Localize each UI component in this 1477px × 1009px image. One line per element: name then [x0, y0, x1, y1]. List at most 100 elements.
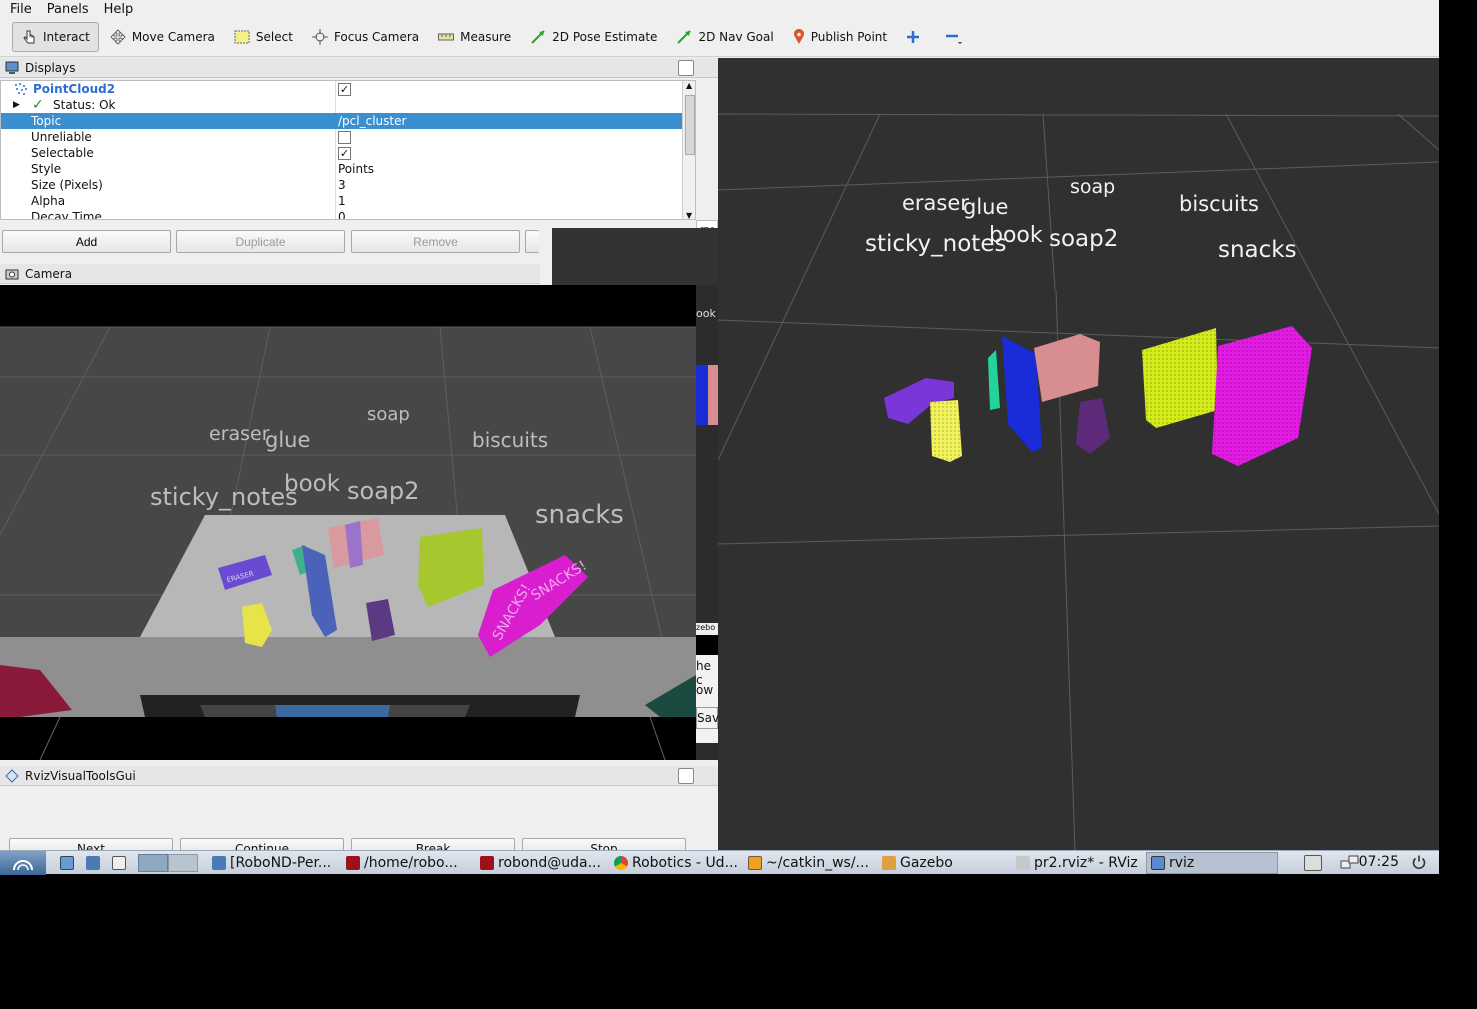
task-label: pr2.rviz* - RViz	[1034, 854, 1138, 871]
power-icon[interactable]	[1411, 854, 1427, 874]
label-soap2: soap2	[1049, 226, 1118, 252]
column-divider	[335, 193, 336, 209]
property-row-decay-time[interactable]: Decay Time 0	[1, 209, 682, 219]
remove-display-button[interactable]: Remove	[351, 230, 520, 253]
selectable-checkbox[interactable]: ✓	[338, 146, 351, 160]
tools-toolbar: Interact Move Camera Select Focus Camera…	[0, 18, 1439, 57]
focus-camera-tool-button[interactable]: Focus Camera	[304, 22, 427, 52]
interact-tool-button[interactable]: Interact	[12, 22, 99, 52]
sublime-icon	[748, 855, 762, 870]
displays-scrollbar[interactable]: ▲ ▼	[682, 81, 695, 219]
property-row-size[interactable]: Size (Pixels) 3	[1, 177, 682, 193]
property-key: Alpha	[31, 194, 66, 208]
add-tool-button[interactable]	[898, 22, 934, 52]
property-value[interactable]: 0	[338, 210, 346, 219]
robot-base-blue	[275, 705, 390, 717]
task-robotics-chrome[interactable]: Robotics - Ud...	[610, 852, 744, 874]
cluster-teal	[988, 350, 1000, 410]
property-value[interactable]: /pcl_cluster	[338, 114, 406, 128]
pointcloud2-enabled-checkbox[interactable]: ✓	[338, 82, 351, 96]
menu-file[interactable]: File	[5, 2, 37, 17]
clock[interactable]: 07:25	[1359, 854, 1399, 870]
task-robond-perception[interactable]: [RoboND-Per...	[208, 852, 342, 874]
measure-tool-button[interactable]: Measure	[430, 22, 519, 52]
tools-panel-title: RvizVisualToolsGui	[0, 766, 718, 786]
workspace-2[interactable]	[168, 853, 198, 872]
nav-goal-tool-button[interactable]: 2D Nav Goal	[668, 22, 781, 52]
camera-viewport[interactable]: ERASER SNACKS! SNACKS! eraser glue soap …	[0, 285, 696, 760]
main-3d-viewport[interactable]: eraser glue soap biscuits sticky_notes b…	[718, 58, 1439, 850]
fragment-ow-text: ow	[696, 683, 714, 697]
pointcloud2-display-row[interactable]: PointCloud2 ✓	[1, 81, 682, 97]
task-robond-terminal[interactable]: robond@uda...	[476, 852, 610, 874]
fragment-ook-text: ook	[696, 307, 716, 320]
selection-box-icon	[234, 30, 250, 44]
property-value[interactable]: 3	[338, 178, 346, 192]
property-row-selectable[interactable]: Selectable ✓	[1, 145, 682, 161]
property-row-style[interactable]: Style Points	[1, 161, 682, 177]
file-manager-launcher[interactable]	[56, 852, 82, 874]
cam-label-biscuits: biscuits	[472, 428, 548, 452]
terminal-icon	[346, 855, 360, 870]
scroll-down-arrow-icon[interactable]: ▼	[686, 211, 692, 219]
menu-panels[interactable]: Panels	[42, 2, 94, 17]
label-biscuits: biscuits	[1179, 192, 1259, 216]
unreliable-checkbox[interactable]	[338, 130, 351, 144]
terminal-icon	[480, 855, 494, 870]
task-home-robo[interactable]: /home/robo...	[342, 852, 476, 874]
property-value[interactable]: Points	[338, 162, 374, 176]
undock-button[interactable]	[678, 59, 694, 76]
rviz-window: File Panels Help Interact Move Camera Se…	[0, 0, 1439, 875]
network-status-icon[interactable]	[1340, 854, 1360, 872]
select-tool-button[interactable]: Select	[226, 22, 301, 52]
add-display-button[interactable]: Add	[2, 230, 171, 253]
menu-help[interactable]: Help	[99, 2, 139, 17]
checkmark-icon: ✓	[32, 97, 44, 113]
property-row-unreliable[interactable]: Unreliable	[1, 129, 682, 145]
remove-tool-button[interactable]	[937, 22, 977, 52]
rename-display-button[interactable]	[525, 230, 539, 253]
network-launcher[interactable]	[82, 852, 108, 874]
task-rviz-active[interactable]: rviz	[1146, 851, 1278, 874]
fragment-save-button[interactable]: Sav	[696, 707, 718, 729]
workspace-1[interactable]	[138, 853, 168, 872]
system-taskbar: [RoboND-Per... /home/robo... robond@uda.…	[0, 850, 1439, 875]
property-row-alpha[interactable]: Alpha 1	[1, 193, 682, 209]
move-camera-tool-button[interactable]: Move Camera	[102, 22, 223, 52]
task-label: rviz	[1169, 854, 1195, 871]
cam-label-soap: soap	[367, 404, 410, 425]
displays-title: Displays	[25, 60, 76, 75]
task-pr2-rviz[interactable]: pr2.rviz* - RViz	[1012, 852, 1146, 874]
main-scene: eraser glue soap biscuits sticky_notes b…	[718, 113, 1439, 850]
window-launcher[interactable]	[108, 852, 134, 874]
publish-point-tool-button[interactable]: Publish Point	[785, 22, 895, 52]
cam-label-book: book	[284, 471, 341, 497]
focus-target-icon	[311, 29, 328, 45]
start-menu-button[interactable]	[0, 850, 46, 875]
task-gazebo[interactable]: Gazebo	[878, 852, 1012, 874]
property-row-topic[interactable]: Topic /pcl_cluster	[1, 113, 682, 129]
pose-estimate-tool-button[interactable]: 2D Pose Estimate	[522, 22, 665, 52]
camera-panel-title: Camera	[0, 264, 540, 284]
property-value[interactable]: 1	[338, 194, 346, 208]
green-arrow-icon	[677, 30, 692, 44]
measure-label: Measure	[460, 30, 512, 44]
battery-icon[interactable]	[1304, 855, 1322, 871]
status-row[interactable]: ▶ ✓ Status: Ok	[1, 97, 682, 113]
main-object-labels: eraser glue soap biscuits sticky_notes b…	[865, 176, 1297, 263]
task-catkin-ws[interactable]: ~/catkin_ws/...	[744, 852, 878, 874]
displays-tree: PointCloud2 ✓ ▶ ✓ Status: Ok Topic /pcl_…	[0, 80, 696, 220]
camera-scene: ERASER SNACKS! SNACKS! eraser glue soap …	[0, 326, 696, 760]
undock-button[interactable]	[678, 767, 694, 784]
rviz-icon	[1016, 855, 1030, 870]
expand-arrow-icon[interactable]: ▶	[13, 100, 20, 110]
scrollbar-thumb[interactable]	[685, 95, 695, 155]
duplicate-display-button[interactable]: Duplicate	[176, 230, 345, 253]
column-divider	[335, 209, 336, 219]
label-eraser: eraser	[902, 191, 969, 215]
column-divider	[335, 129, 336, 145]
camera-icon	[5, 269, 19, 279]
scroll-up-arrow-icon[interactable]: ▲	[686, 81, 692, 90]
chrome-icon	[614, 855, 628, 870]
property-key: Style	[31, 162, 62, 176]
